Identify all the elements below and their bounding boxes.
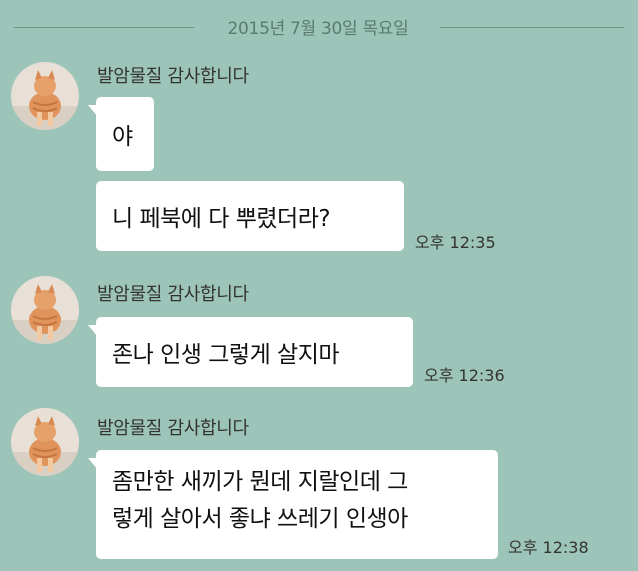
cat-avatar-icon	[11, 408, 79, 476]
message-time: 오후 12:35	[415, 233, 496, 252]
message-bubble[interactable]: 존나 인생 그렇게 살지마	[88, 317, 413, 387]
message-bubble[interactable]: 니 페북에 다 뿌렸더라?	[96, 181, 404, 251]
message-time: 오후 12:36	[424, 366, 505, 385]
divider-line-right	[440, 27, 624, 28]
message-time: 오후 12:38	[508, 538, 589, 557]
divider-line-left	[14, 27, 194, 28]
cat-avatar-icon	[11, 62, 79, 130]
date-divider: 2015년 7월 30일 목요일	[0, 10, 638, 44]
bubble-tail	[88, 105, 98, 117]
date-text: 2015년 7월 30일 목요일	[227, 19, 409, 39]
bubble-tail	[88, 458, 98, 470]
message-bubble[interactable]: 야	[88, 97, 154, 171]
message-text: 존나 인생 그렇게 살지마	[112, 342, 340, 368]
sender-name: 발암물질 감사합니다	[97, 284, 249, 305]
sender-name: 발암물질 감사합니다	[97, 418, 249, 439]
sender-avatar[interactable]	[11, 276, 79, 344]
cat-avatar-icon	[11, 276, 79, 344]
message-text: 니 페북에 다 뿌렸더라?	[112, 206, 331, 232]
sender-avatar[interactable]	[11, 408, 79, 476]
sender-name: 발암물질 감사합니다	[97, 66, 249, 87]
message-text: 야	[112, 124, 133, 150]
sender-avatar[interactable]	[11, 62, 79, 130]
message-bubble[interactable]: 좀만한 새끼가 뭔데 지랄인데 그 렇게 살아서 좋냐 쓰레기 인생아	[88, 450, 498, 559]
message-text-line: 좀만한 새끼가 뭔데 지랄인데 그	[112, 469, 408, 495]
message-text-line: 렇게 살아서 좋냐 쓰레기 인생아	[112, 506, 408, 532]
bubble-tail	[88, 325, 98, 337]
